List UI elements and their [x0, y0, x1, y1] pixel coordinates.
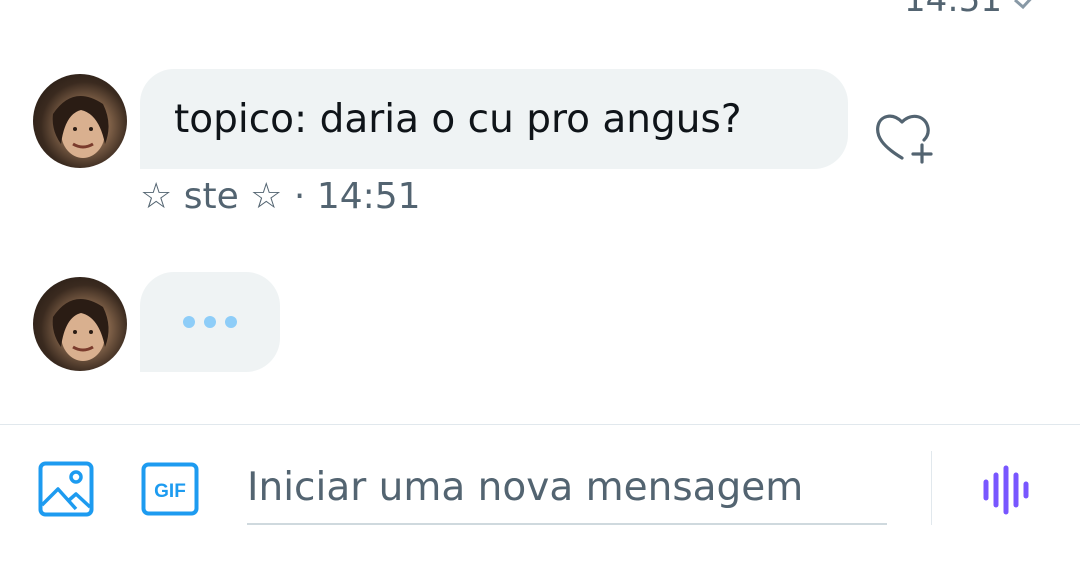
voice-wave-icon: [983, 465, 1029, 515]
typing-dots-icon: [183, 316, 195, 328]
image-icon: [38, 461, 94, 517]
voice-message-button[interactable]: [980, 465, 1032, 515]
check-icon: [1012, 0, 1040, 11]
avatar[interactable]: [33, 74, 127, 168]
typing-dots-icon: [204, 316, 216, 328]
meta-separator: ·: [293, 176, 306, 217]
heart-plus-icon: [876, 114, 933, 164]
sender-name: ☆ ste ☆: [140, 176, 283, 217]
composer-divider: [931, 451, 932, 525]
typing-indicator: [140, 272, 280, 372]
previous-message-meta: 14:51: [904, 0, 1040, 20]
dm-conversation: 14:51 topico: daria o cu pro angus? ☆ st…: [0, 0, 1080, 564]
gif-label: GIF: [154, 481, 186, 502]
message-composer: GIF: [0, 424, 1080, 564]
avatar[interactable]: [33, 277, 127, 371]
add-media-button[interactable]: [38, 461, 94, 517]
add-gif-button[interactable]: GIF: [141, 462, 199, 516]
previous-message-time: 14:51: [904, 0, 1002, 20]
typing-dots-icon: [225, 316, 237, 328]
add-reaction-button[interactable]: [872, 108, 938, 168]
message-time: 14:51: [316, 176, 421, 217]
message-text: topico: daria o cu pro angus?: [174, 96, 742, 142]
message-meta: ☆ ste ☆ · 14:51: [140, 176, 421, 217]
message-input[interactable]: [247, 451, 887, 525]
message-bubble[interactable]: topico: daria o cu pro angus?: [140, 69, 848, 169]
